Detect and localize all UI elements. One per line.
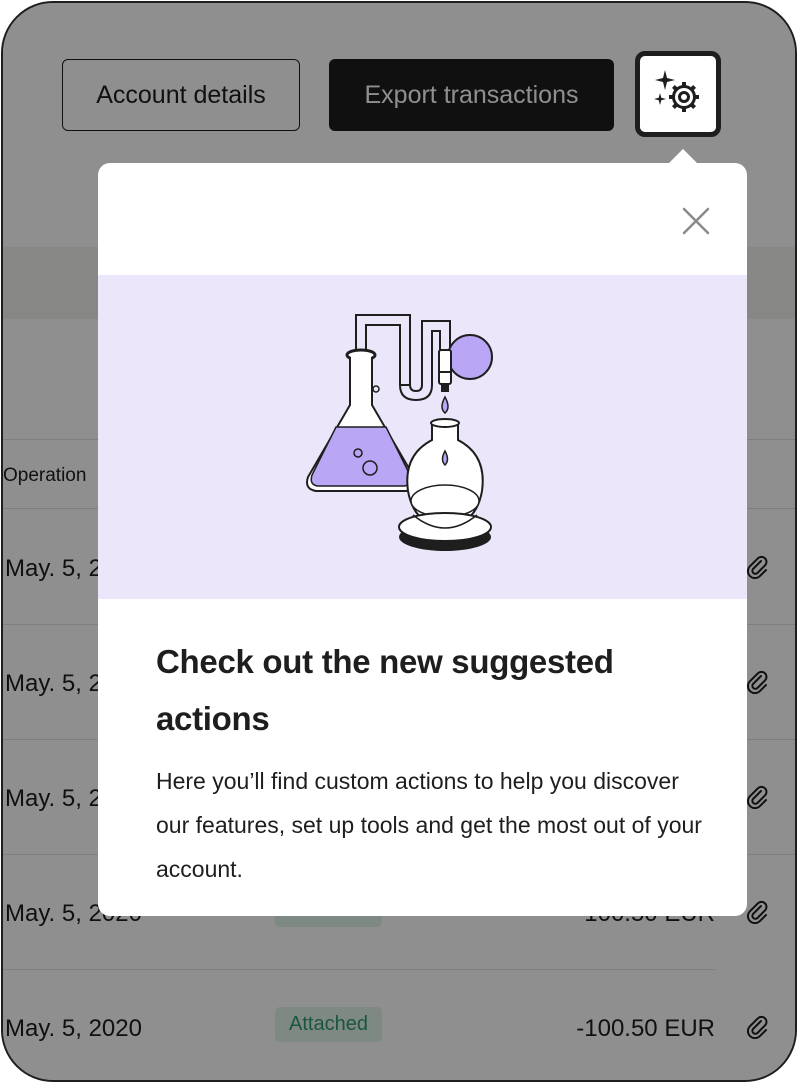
suggested-actions-popover: Check out the new suggested actions Here… [98, 149, 747, 916]
lab-flask-illustration [306, 314, 493, 551]
app-frame: Account details Export transactions Oper… [1, 1, 797, 1082]
sparkle-gear-icon [652, 65, 704, 124]
illustration-banner [98, 275, 747, 599]
suggested-actions-button[interactable] [635, 51, 721, 137]
popover-description: Here you’ll find custom actions to help … [156, 768, 702, 882]
popover-arrow [668, 149, 698, 164]
close-icon[interactable] [680, 205, 712, 237]
popover-title: Check out the new suggested actions [156, 643, 614, 737]
